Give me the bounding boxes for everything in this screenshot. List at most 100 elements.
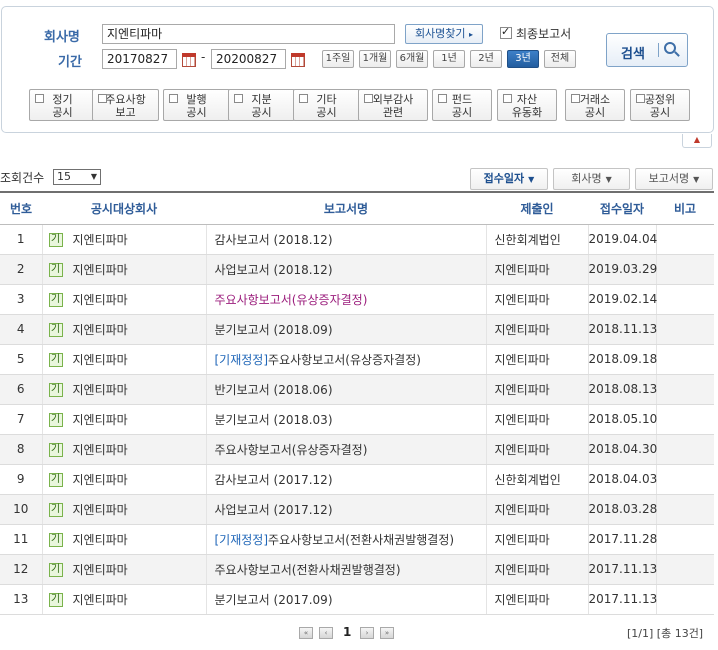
category-ftc[interactable]: 공정위 공시	[630, 89, 690, 121]
category-checkbox[interactable]	[503, 94, 512, 103]
category-checkbox[interactable]	[169, 94, 178, 103]
category-external-audit[interactable]: 외부감사 관련	[358, 89, 428, 121]
count-select[interactable]: 15 ▼	[53, 169, 101, 185]
calendar-icon[interactable]	[182, 53, 196, 67]
period-1month-button[interactable]: 1개월	[359, 50, 391, 68]
company-link[interactable]: 지엔티파마	[73, 353, 128, 367]
report-link[interactable]: 주요사항보고서(유상증자결정)	[268, 353, 421, 367]
company-link[interactable]: 지엔티파마	[73, 383, 128, 397]
category-other[interactable]: 기타 공시	[293, 89, 360, 121]
report-link[interactable]: 주요사항보고서(전환사채권발행결정)	[268, 533, 454, 547]
table-row[interactable]: 1 기 지엔티파마 감사보고서 (2018.12) 신한회계법인 2019.04.04	[0, 224, 714, 255]
sort-by-report-button[interactable]: 보고서명 ▼	[635, 168, 713, 190]
table-row[interactable]: 7 기 지엔티파마 분기보고서 (2018.03) 지엔티파마 2018.05.10	[0, 404, 714, 435]
row-number: 4	[0, 314, 42, 345]
company-link[interactable]: 지엔티파마	[73, 473, 128, 487]
company-link[interactable]: 지엔티파마	[73, 323, 128, 337]
report-link[interactable]: 사업보고서 (2017.12)	[215, 503, 333, 517]
row-submitter: 지엔티파마	[485, 584, 588, 615]
table-row[interactable]: 6 기 지엔티파마 반기보고서 (2018.06) 지엔티파마 2018.08.13	[0, 374, 714, 405]
report-link[interactable]: 사업보고서 (2018.12)	[215, 263, 333, 277]
table-row[interactable]: 10 기 지엔티파마 사업보고서 (2017.12) 지엔티파마 2018.03.28	[0, 494, 714, 525]
calendar-icon[interactable]	[291, 53, 305, 67]
category-asset-securitization[interactable]: 자산 유동화	[497, 89, 557, 121]
category-checkbox[interactable]	[364, 94, 373, 103]
collapse-panel-button[interactable]: ▲	[682, 134, 712, 148]
row-report-cell: 주요사항보고서(유상증자결정)	[205, 434, 486, 465]
row-note	[655, 554, 714, 585]
company-link[interactable]: 지엔티파마	[73, 293, 128, 307]
period-2year-button[interactable]: 2년	[470, 50, 502, 68]
company-link[interactable]: 지엔티파마	[73, 503, 128, 517]
report-link[interactable]: 감사보고서 (2018.12)	[215, 233, 333, 247]
next-page-icon[interactable]: ›	[360, 627, 374, 639]
category-label: 공시	[251, 106, 272, 119]
category-checkbox[interactable]	[299, 94, 308, 103]
row-report-cell: 사업보고서 (2018.12)	[205, 254, 486, 285]
company-link[interactable]: 지엔티파마	[73, 533, 128, 547]
sort-label: 접수일자	[483, 172, 525, 185]
current-page[interactable]: 1	[343, 625, 351, 639]
category-label: 공시	[52, 106, 73, 119]
report-link[interactable]: 분기보고서 (2018.03)	[215, 413, 333, 427]
search-icon	[664, 42, 676, 54]
period-1year-button[interactable]: 1년	[433, 50, 465, 68]
table-row[interactable]: 4 기 지엔티파마 분기보고서 (2018.09) 지엔티파마 2018.11.13	[0, 314, 714, 345]
category-checkbox[interactable]	[35, 94, 44, 103]
company-link[interactable]: 지엔티파마	[73, 563, 128, 577]
row-submitter: 지엔티파마	[485, 554, 588, 585]
category-fund[interactable]: 펀드 공시	[432, 89, 492, 121]
category-equity[interactable]: 지분 공시	[228, 89, 295, 121]
period-1week-button[interactable]: 1주일	[322, 50, 354, 68]
category-label: 지분	[251, 93, 272, 106]
table-row[interactable]: 3 기 지엔티파마 주요사항보고서(유상증자결정) 지엔티파마 2019.02.14	[0, 284, 714, 315]
table-row[interactable]: 9 기 지엔티파마 감사보고서 (2017.12) 신한회계법인 2018.04.03	[0, 464, 714, 495]
table-row[interactable]: 13 기 지엔티파마 분기보고서 (2017.09) 지엔티파마 2017.11.13	[0, 584, 714, 615]
sort-by-company-button[interactable]: 회사명 ▼	[553, 168, 630, 190]
report-link[interactable]: 주요사항보고서(유상증자결정)	[215, 293, 368, 307]
chevron-down-icon: ▼	[90, 172, 97, 181]
category-checkbox[interactable]	[636, 94, 645, 103]
row-note	[655, 284, 714, 315]
search-button[interactable]: 검색	[606, 33, 688, 67]
period-all-button[interactable]: 전체	[544, 50, 576, 68]
report-link[interactable]: 주요사항보고서(전환사채권발행결정)	[215, 563, 401, 577]
company-link[interactable]: 지엔티파마	[73, 593, 128, 607]
category-issuance[interactable]: 발행 공시	[163, 89, 230, 121]
period-6month-button[interactable]: 6개월	[396, 50, 428, 68]
company-link[interactable]: 지엔티파마	[73, 443, 128, 457]
company-link[interactable]: 지엔티파마	[73, 263, 128, 277]
category-exchange[interactable]: 거래소 공시	[565, 89, 625, 121]
table-row[interactable]: 8 기 지엔티파마 주요사항보고서(유상증자결정) 지엔티파마 2018.04.30	[0, 434, 714, 465]
table-header-row: 번호 공시대상회사 보고서명 제출인 접수일자 비고	[0, 191, 714, 225]
category-major-report[interactable]: 주요사항 보고	[92, 89, 159, 121]
category-checkbox[interactable]	[98, 94, 107, 103]
company-link[interactable]: 지엔티파마	[73, 413, 128, 427]
category-checkbox[interactable]	[234, 94, 243, 103]
sort-by-date-button[interactable]: 접수일자 ▼	[470, 168, 548, 190]
first-page-icon[interactable]: «	[299, 627, 313, 639]
market-badge: 기	[48, 353, 63, 367]
company-link[interactable]: 지엔티파마	[73, 233, 128, 247]
category-checkbox[interactable]	[438, 94, 447, 103]
find-company-button[interactable]: 회사명찾기 ▸	[405, 24, 483, 44]
category-periodic[interactable]: 정기 공시	[29, 89, 96, 121]
table-row[interactable]: 11 기 지엔티파마 [기재정정]주요사항보고서(전환사채권발행결정) 지엔티파마 201…	[0, 524, 714, 555]
final-report-checkbox[interactable]	[500, 25, 512, 39]
company-input[interactable]: 지엔티파마	[102, 24, 395, 44]
date-from-input[interactable]: 20170827	[102, 49, 177, 69]
report-link[interactable]: 주요사항보고서(유상증자결정)	[215, 443, 368, 457]
table-row[interactable]: 12 기 지엔티파마 주요사항보고서(전환사채권발행결정) 지엔티파마 2017.11.1…	[0, 554, 714, 585]
report-link[interactable]: 감사보고서 (2017.12)	[215, 473, 333, 487]
table-row[interactable]: 2 기 지엔티파마 사업보고서 (2018.12) 지엔티파마 2019.03.29	[0, 254, 714, 285]
category-checkbox[interactable]	[571, 94, 580, 103]
report-link[interactable]: 분기보고서 (2018.09)	[215, 323, 333, 337]
table-row[interactable]: 5 기 지엔티파마 [기재정정]주요사항보고서(유상증자결정) 지엔티파마 2018.09…	[0, 344, 714, 375]
report-link[interactable]: 분기보고서 (2017.09)	[215, 593, 333, 607]
prev-page-icon[interactable]: ‹	[319, 627, 333, 639]
period-3year-button[interactable]: 3년	[507, 50, 539, 68]
category-label: 유동화	[511, 106, 543, 119]
last-page-icon[interactable]: »	[380, 627, 394, 639]
date-to-input[interactable]: 20200827	[211, 49, 286, 69]
report-link[interactable]: 반기보고서 (2018.06)	[215, 383, 333, 397]
